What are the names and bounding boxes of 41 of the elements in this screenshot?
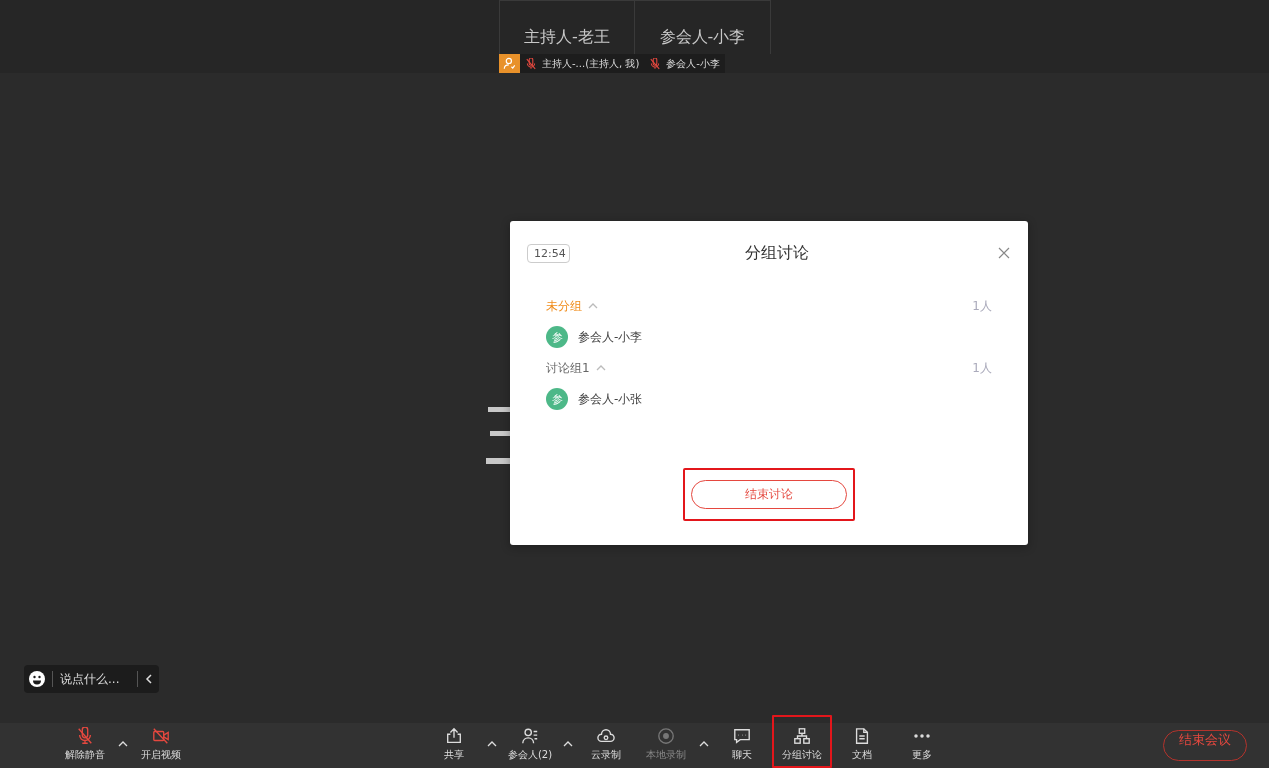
participant-name: 主持人-老王 [524,27,610,47]
name-tag-text: 主持人-...(主持人, 我) [542,56,640,71]
avatar: 参 [546,388,568,410]
toolbar-button[interactable]: 聊天 [714,723,770,766]
member-count: 1人 [972,297,992,315]
member-count: 1人 [972,359,992,377]
chat-input-field[interactable]: 说点什么... [60,672,130,686]
dialog-title: 分组讨论 [744,242,810,264]
toolbar-button[interactable]: 开启视频 [133,723,189,766]
toolbar-button[interactable]: 解除静音 [57,723,113,766]
group-name[interactable]: 讨论组1 [546,359,590,377]
emoji-icon[interactable] [29,671,45,687]
member-name: 参会人-小张 [578,390,643,408]
toolbar-button[interactable]: 参会人(2) [502,723,558,766]
toolbar-button[interactable]: 更多 [894,723,950,766]
toolbar-button[interactable]: 文档 [834,723,890,766]
toolbar-button[interactable]: 共享 [426,723,482,766]
close-icon[interactable] [998,247,1010,259]
chat-bar[interactable]: 说点什么... [24,665,159,693]
toolbar-button[interactable]: 分组讨论 [774,723,830,766]
chat-bubble-icon [733,727,751,745]
people-list-icon [521,727,539,745]
toolbar-button[interactable]: 云录制 [578,723,634,766]
name-tag-text: 参会人-小李 [666,56,720,71]
microphone-off-icon [649,57,662,70]
camera-off-icon [152,727,170,745]
microphone-off-icon [76,727,94,745]
participant-name: 参会人-小李 [659,27,746,47]
record-icon [657,727,675,745]
avatar: 参 [546,326,568,348]
document-icon [853,727,871,745]
group-diagram-icon [793,727,811,745]
microphone-off-icon [525,57,537,70]
more-icon [914,734,930,738]
collapse-chevron-icon[interactable] [145,674,153,684]
cloud-icon [597,727,615,745]
timer-badge: 12:54 [527,243,570,263]
member-name: 参会人-小李 [578,328,643,346]
end-discussion-button[interactable]: 结束讨论 [691,480,847,509]
shared-screen-drawing [486,407,510,465]
share-upload-icon [445,727,463,745]
